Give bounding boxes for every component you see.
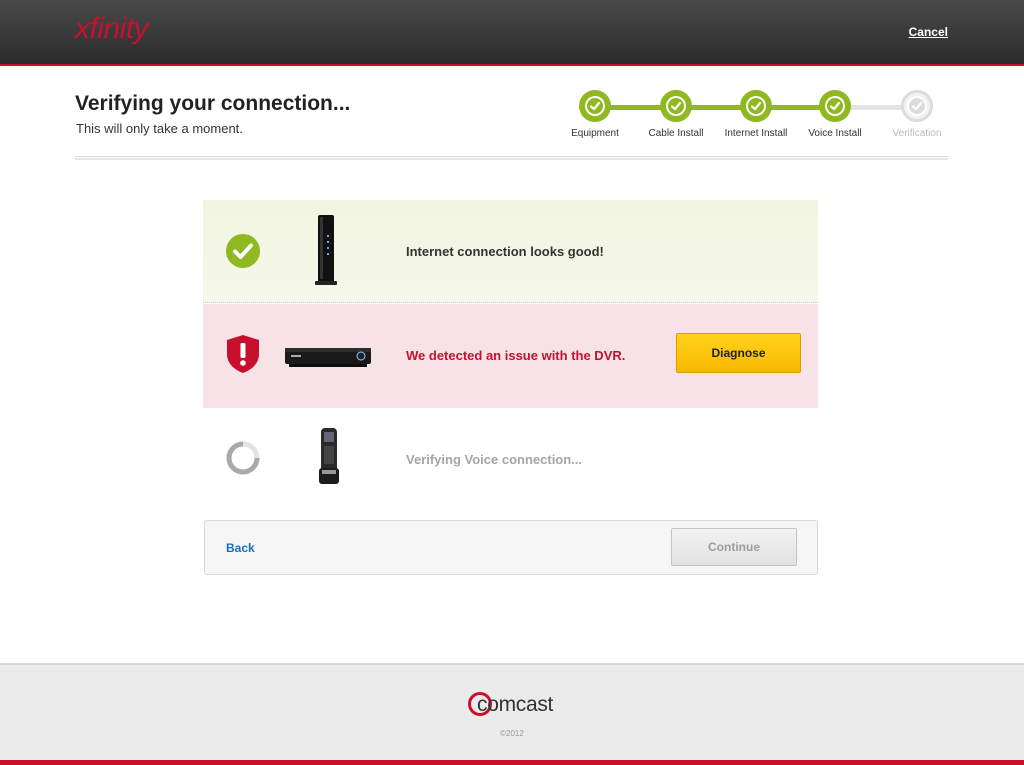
dvr-check-row: We detected an issue with the DVR. Diagn… <box>203 304 818 408</box>
header-divider <box>75 156 948 160</box>
voice-status-message: Verifying Voice connection... <box>406 452 583 467</box>
xfinity-logo: xfinity <box>75 12 149 45</box>
step-cable-install: Cable Install <box>636 90 716 139</box>
loading-spinner-icon <box>226 441 260 475</box>
copyright: ©2012 <box>500 729 524 738</box>
diagnose-button[interactable]: Diagnose <box>676 333 801 373</box>
page-title: Verifying your connection... <box>75 92 351 115</box>
comcast-wordmark: comcast <box>477 693 554 716</box>
step-label: Voice Install <box>808 128 862 139</box>
success-check-icon <box>226 234 260 268</box>
check-icon <box>660 90 692 122</box>
footer-accent-bar <box>0 760 1024 765</box>
page-subtitle: This will only take a moment. <box>76 121 243 136</box>
step-label: Equipment <box>571 128 619 139</box>
check-icon <box>901 90 933 122</box>
internet-check-row: Internet connection looks good! <box>203 200 818 303</box>
step-label: Internet Install <box>724 128 788 139</box>
check-icon <box>740 90 772 122</box>
step-equipment: Equipment <box>555 90 635 139</box>
check-icon <box>579 90 611 122</box>
alert-shield-icon <box>227 335 259 373</box>
voice-check-row: Verifying Voice connection... <box>203 408 818 508</box>
dvr-status-message: We detected an issue with the DVR. <box>406 348 626 363</box>
step-label: Verification <box>892 128 942 139</box>
top-bar: xfinity Cancel <box>0 0 1024 66</box>
step-voice-install: Voice Install <box>795 90 875 139</box>
step-verification: Verification <box>877 90 957 139</box>
step-label: Cable Install <box>648 128 704 139</box>
step-internet-install: Internet Install <box>716 90 796 139</box>
progress-steps: Equipment Cable Install Internet Install… <box>560 90 960 150</box>
internet-status-message: Internet connection looks good! <box>406 244 604 259</box>
back-link[interactable]: Back <box>226 541 255 555</box>
continue-button[interactable]: Continue <box>671 528 797 566</box>
navigation-bar: Back Continue <box>204 520 818 575</box>
check-icon <box>819 90 851 122</box>
cordless-phone-icon <box>319 428 339 484</box>
cancel-link[interactable]: Cancel <box>909 25 948 39</box>
footer: comcast ©2012 <box>0 663 1024 765</box>
dvr-icon <box>285 348 371 367</box>
modem-icon <box>315 215 337 285</box>
